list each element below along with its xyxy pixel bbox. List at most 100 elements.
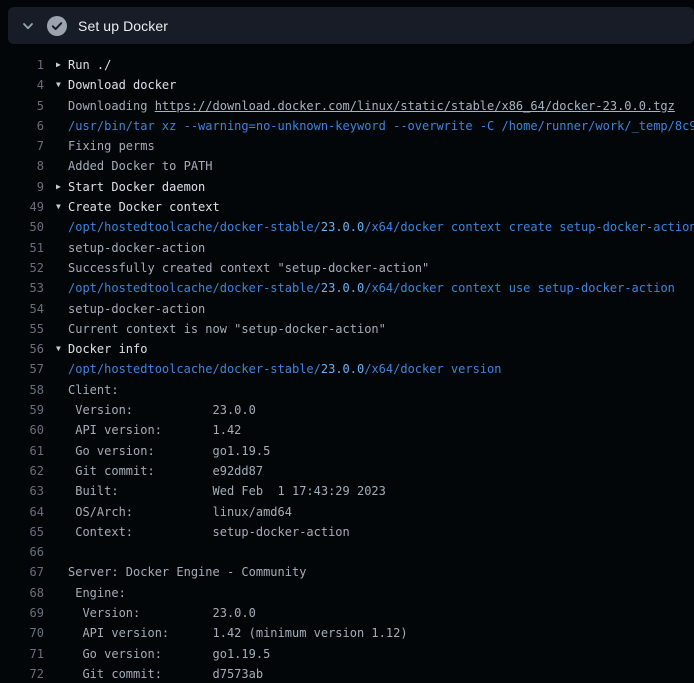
group-expanded-marker-icon[interactable]: ▼ xyxy=(56,197,61,217)
line-number[interactable]: 49 xyxy=(0,197,44,217)
log-text-segment: Version: 23.0.0 xyxy=(68,403,256,417)
log-text-segment: Docker info xyxy=(68,342,147,356)
log-line: 60 API version: 1.42 xyxy=(0,420,694,440)
log-text-segment: Fixing perms xyxy=(68,139,155,153)
log-text-segment: API version: 1.42 (minimum version 1.12) xyxy=(68,626,408,640)
log-text-segment: /opt/hostedtoolcache/docker-stable/ xyxy=(68,362,321,376)
log-group-line[interactable]: 56 ▼ Docker info xyxy=(0,339,694,359)
log-text-segment: /opt/hostedtoolcache/docker-stable/ xyxy=(68,281,321,295)
line-number[interactable]: 8 xyxy=(0,156,44,176)
line-number[interactable]: 69 xyxy=(0,603,44,623)
log-line: 64 OS/Arch: linux/amd64 xyxy=(0,502,694,522)
log-line: 69 Version: 23.0.0 xyxy=(0,603,694,623)
log-text-segment: Built: Wed Feb 1 17:43:29 2023 xyxy=(68,484,386,498)
log-text-segment: Downloading xyxy=(68,99,155,113)
log-text-segment: API version: 1.42 xyxy=(68,423,241,437)
line-number[interactable]: 61 xyxy=(0,441,44,461)
log-text-segment: 23.0.0 xyxy=(321,362,364,376)
group-collapsed-marker-icon[interactable]: ▶ xyxy=(56,177,61,197)
line-number[interactable]: 53 xyxy=(0,278,44,298)
log-group-line[interactable]: 9 ▶ Start Docker daemon xyxy=(0,177,694,197)
log-text-segment: Git commit: e92dd87 xyxy=(68,464,263,478)
line-number[interactable]: 54 xyxy=(0,299,44,319)
log-line: 72 Git commit: d7573ab xyxy=(0,664,694,683)
line-number[interactable]: 60 xyxy=(0,420,44,440)
log-line: 51 setup-docker-action xyxy=(0,238,694,258)
log-text-segment: setup-docker-action xyxy=(68,241,205,255)
line-number[interactable]: 71 xyxy=(0,644,44,664)
line-number[interactable]: 51 xyxy=(0,238,44,258)
line-number[interactable]: 64 xyxy=(0,502,44,522)
line-number[interactable]: 9 xyxy=(0,177,44,197)
log-text-segment: Download docker xyxy=(68,78,176,92)
line-number[interactable]: 59 xyxy=(0,400,44,420)
log-text-segment: Go version: go1.19.5 xyxy=(68,444,270,458)
log-line: 70 API version: 1.42 (minimum version 1.… xyxy=(0,623,694,643)
log-line: 6/usr/bin/tar xz --warning=no-unknown-ke… xyxy=(0,116,694,136)
line-number[interactable]: 56 xyxy=(0,339,44,359)
line-number[interactable]: 7 xyxy=(0,136,44,156)
log-line: 53/opt/hostedtoolcache/docker-stable/23.… xyxy=(0,278,694,298)
status-check-icon xyxy=(47,16,67,36)
line-number[interactable]: 50 xyxy=(0,217,44,237)
log-line: 63 Built: Wed Feb 1 17:43:29 2023 xyxy=(0,481,694,501)
log-text-segment: /x64/docker version xyxy=(364,362,501,376)
log-text-segment: Go version: go1.19.5 xyxy=(68,647,270,661)
log-line: 55 Current context is now "setup-docker-a… xyxy=(0,319,694,339)
log-text-segment: setup-docker-action xyxy=(68,302,205,316)
line-number[interactable]: 65 xyxy=(0,522,44,542)
line-number[interactable]: 4 xyxy=(0,75,44,95)
log-text-segment: Start Docker daemon xyxy=(68,180,205,194)
group-collapsed-marker-icon[interactable]: ▶ xyxy=(56,55,61,75)
line-number[interactable]: 55 xyxy=(0,319,44,339)
log-text-segment: /x64/docker context create setup-docker-… xyxy=(364,220,694,234)
log-line: 52 Successfully created context "setup-do… xyxy=(0,258,694,278)
log-text-segment: 23.0.0 xyxy=(321,281,364,295)
log-container: 1▶Run ./4▼Download docker5Downloading ht… xyxy=(0,44,694,683)
line-number[interactable]: 72 xyxy=(0,664,44,683)
log-text-segment: Context: setup-docker-action xyxy=(68,525,350,539)
log-text-segment: Successfully created context "setup-dock… xyxy=(68,261,429,275)
log-line: 59 Version: 23.0.0 xyxy=(0,400,694,420)
line-number[interactable]: 6 xyxy=(0,116,44,136)
log-text-segment: 23.0.0 xyxy=(321,220,364,234)
line-number[interactable]: 66 xyxy=(0,542,44,562)
line-number[interactable]: 52 xyxy=(0,258,44,278)
log-text-segment: Server: Docker Engine - Community xyxy=(68,565,306,579)
log-line: 5 Downloading https://download.docker.com… xyxy=(0,96,694,116)
log-url-link[interactable]: https://download.docker.com/linux/static… xyxy=(155,99,675,113)
line-number[interactable]: 5 xyxy=(0,96,44,116)
log-text-segment: OS/Arch: linux/amd64 xyxy=(68,505,292,519)
log-text-segment: Added Docker to PATH xyxy=(68,159,213,173)
line-number[interactable]: 57 xyxy=(0,359,44,379)
group-expanded-marker-icon[interactable]: ▼ xyxy=(56,75,61,95)
log-line: 54 setup-docker-action xyxy=(0,299,694,319)
log-line: 62 Git commit: e92dd87 xyxy=(0,461,694,481)
log-text-segment: Client: xyxy=(68,383,119,397)
line-number[interactable]: 1 xyxy=(0,55,44,75)
line-number[interactable]: 62 xyxy=(0,461,44,481)
log-group-line[interactable]: 49 ▼ Create Docker context xyxy=(0,197,694,217)
log-text-segment: Engine: xyxy=(68,586,126,600)
log-text-segment: Version: 23.0.0 xyxy=(68,606,256,620)
line-number[interactable]: 70 xyxy=(0,623,44,643)
group-expanded-marker-icon[interactable]: ▼ xyxy=(56,339,61,359)
step-title: Set up Docker xyxy=(78,18,168,34)
log-line: 67 Server: Docker Engine - Community xyxy=(0,562,694,582)
log-text-segment: Current context is now "setup-docker-act… xyxy=(68,322,386,336)
log-line: 58 Client: xyxy=(0,380,694,400)
log-group-line[interactable]: 1▶Run ./ xyxy=(0,55,694,75)
log-group-line[interactable]: 4 ▼ Download docker xyxy=(0,75,694,95)
log-line: 7 Fixing perms xyxy=(0,136,694,156)
step-header[interactable]: Set up Docker xyxy=(8,7,694,44)
log-text-segment: Create Docker context xyxy=(68,200,220,214)
log-text-segment: /opt/hostedtoolcache/docker-stable/ xyxy=(68,220,321,234)
log-text-segment: /x64/docker context use setup-docker-act… xyxy=(364,281,675,295)
log-line: 61 Go version: go1.19.5 xyxy=(0,441,694,461)
log-line: 65 Context: setup-docker-action xyxy=(0,522,694,542)
chevron-down-icon[interactable] xyxy=(20,18,36,34)
line-number[interactable]: 58 xyxy=(0,380,44,400)
line-number[interactable]: 67 xyxy=(0,562,44,582)
line-number[interactable]: 68 xyxy=(0,583,44,603)
line-number[interactable]: 63 xyxy=(0,481,44,501)
